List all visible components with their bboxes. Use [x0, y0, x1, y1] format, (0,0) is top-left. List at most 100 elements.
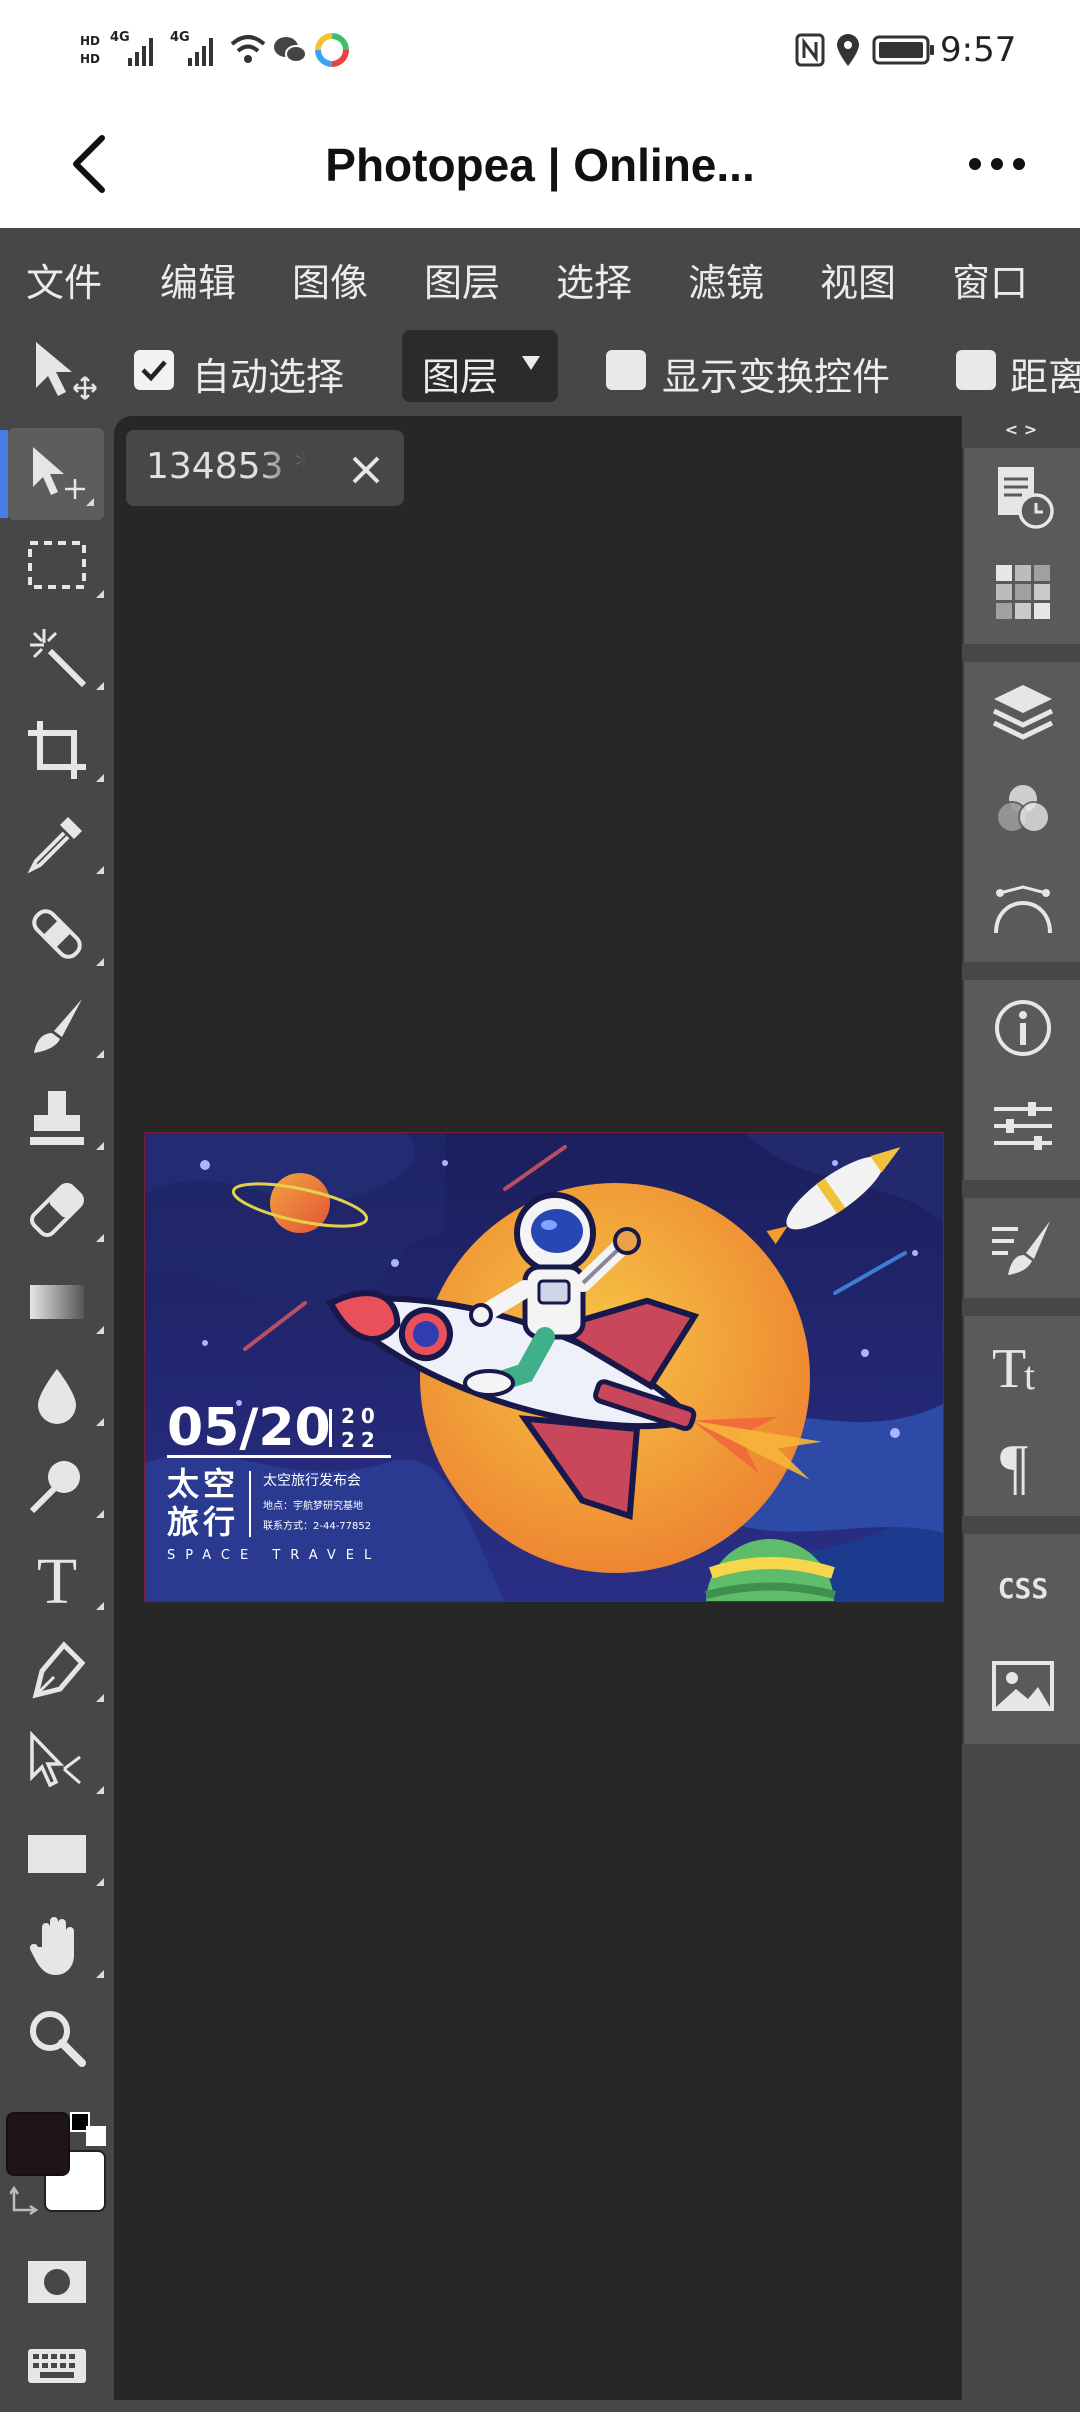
dodge-tool[interactable]: [0, 1440, 114, 1532]
app-notification-icon: [314, 32, 350, 68]
direct-select-icon: [30, 1730, 81, 1788]
gradient-icon: [30, 1285, 84, 1319]
close-tab-icon[interactable]: [350, 454, 382, 486]
dodge-icon: [29, 1461, 80, 1514]
distance-checkbox[interactable]: [956, 350, 996, 390]
menu-select[interactable]: 选择: [556, 252, 632, 307]
keyboard-button[interactable]: [0, 2320, 114, 2412]
marquee-tool[interactable]: [0, 520, 114, 612]
keyboard-icon: [28, 2349, 86, 2383]
panel-group-4: [962, 1198, 1080, 1298]
menu-edit[interactable]: 编辑: [160, 252, 236, 307]
more-options-button[interactable]: [952, 134, 1042, 194]
document-workspace[interactable]: 134853 * 05/20 20 22 太空 旅行 太空旅行发布会 地点：宇航…: [114, 416, 962, 2400]
document-tab[interactable]: 134853 *: [126, 430, 404, 506]
brush-tool[interactable]: [0, 980, 114, 1072]
svg-text:T: T: [992, 1338, 1026, 1400]
quick-mask-button[interactable]: [0, 2236, 114, 2328]
move-tool[interactable]: [8, 428, 104, 520]
paths-icon: [994, 885, 1052, 934]
eyedropper-tool[interactable]: [0, 796, 114, 888]
network-label-2: 4G: [170, 30, 190, 45]
move-tool-icon: [36, 342, 97, 400]
layer-group-dropdown[interactable]: 图层: [402, 330, 558, 402]
crop-tool[interactable]: [0, 704, 114, 796]
auto-select-checkbox[interactable]: [134, 350, 174, 390]
magic-wand-tool[interactable]: [0, 612, 114, 704]
info-panel-button[interactable]: [964, 980, 1080, 1076]
clock: 9:57: [940, 30, 1017, 70]
swatches-panel-button[interactable]: [964, 544, 1080, 640]
type-tool[interactable]: T: [0, 1532, 114, 1624]
css-label: CSS: [997, 1571, 1049, 1605]
tool-corner-marker: [86, 498, 94, 506]
swap-colors-icon[interactable]: [10, 2186, 40, 2216]
blur-tool[interactable]: [0, 1348, 114, 1440]
page-title: Photopea | Online...: [325, 139, 755, 191]
brush-settings-panel-button[interactable]: [964, 1200, 1080, 1296]
panel-group-3: [962, 980, 1080, 1180]
menu-layer[interactable]: 图层: [424, 252, 500, 307]
signal-icon-2: 4G: [168, 30, 224, 70]
canvas-image[interactable]: 05/20 20 22 太空 旅行 太空旅行发布会 地点：宇航梦研究基地 联系方…: [144, 1132, 944, 1602]
path-select-tool[interactable]: [0, 1716, 114, 1808]
hd-indicator: HD HD: [70, 30, 110, 70]
brush-icon: [34, 999, 82, 1053]
css-panel-button[interactable]: CSS: [964, 1540, 1080, 1636]
poster-contact: 联系方式：2-44-77852: [263, 1519, 371, 1532]
hand-tool[interactable]: [0, 1900, 114, 1992]
layers-panel-button[interactable]: [964, 664, 1080, 760]
svg-text:¶: ¶: [1000, 1433, 1028, 1497]
stamp-icon: [30, 1091, 84, 1145]
options-bar: 自动选择 图层 显示变换控件 距离: [0, 320, 1080, 416]
clone-stamp-tool[interactable]: [0, 1072, 114, 1164]
tool-corner-marker: [96, 1418, 104, 1426]
menu-bar: 文件 编辑 图像 图层 选择 滤镜 视图 窗口: [0, 228, 1080, 320]
properties-panel-button[interactable]: [964, 1078, 1080, 1174]
poster-title-1: 太空: [167, 1465, 239, 1503]
crop-icon: [28, 721, 86, 779]
svg-text:t: t: [1024, 1353, 1035, 1398]
menu-view[interactable]: 视图: [820, 252, 896, 307]
poster-address: 地点：宇航梦研究基地: [263, 1499, 363, 1512]
poster-title-2: 旅行: [167, 1503, 239, 1541]
text-icon: T: [37, 1545, 77, 1611]
paragraph-icon: ¶: [1000, 1433, 1028, 1497]
auto-select-label: 自动选择: [192, 355, 345, 399]
menu-filter[interactable]: 滤镜: [688, 252, 764, 307]
move-tool-preset[interactable]: [28, 338, 100, 410]
back-button[interactable]: [50, 122, 130, 206]
tool-corner-marker: [96, 590, 104, 598]
menu-image[interactable]: 图像: [292, 252, 368, 307]
history-panel-button[interactable]: [964, 448, 1080, 544]
sliders-icon: [994, 1102, 1052, 1150]
svg-text:T: T: [37, 1545, 77, 1611]
paragraph-panel-button[interactable]: ¶: [964, 1414, 1080, 1510]
menu-window[interactable]: 窗口: [952, 252, 1028, 307]
panel-toggle[interactable]: < >: [962, 420, 1080, 442]
image-icon: [992, 1661, 1054, 1711]
character-icon: Tt: [992, 1338, 1035, 1400]
image-panel-button[interactable]: [964, 1638, 1080, 1734]
panel-group-2: [962, 662, 1080, 962]
eraser-icon: [30, 1183, 84, 1237]
signal-icon-1: 4G: [110, 30, 160, 70]
magnifier-icon: [30, 2011, 86, 2067]
eraser-tool[interactable]: [0, 1164, 114, 1256]
healing-brush-tool[interactable]: [0, 888, 114, 980]
menu-file[interactable]: 文件: [26, 252, 102, 307]
show-transform-label: 显示变换控件: [662, 355, 891, 399]
wifi-icon: [228, 32, 268, 68]
character-panel-button[interactable]: Tt: [964, 1318, 1080, 1414]
gradient-tool[interactable]: [0, 1256, 114, 1348]
channels-panel-button[interactable]: [964, 762, 1080, 858]
show-transform-checkbox[interactable]: [606, 350, 646, 390]
shape-tool[interactable]: [0, 1808, 114, 1900]
paths-panel-button[interactable]: [964, 860, 1080, 956]
zoom-tool[interactable]: [0, 1992, 114, 2084]
pen-tool[interactable]: [0, 1624, 114, 1716]
location-icon: [834, 32, 862, 68]
tool-corner-marker: [96, 774, 104, 782]
info-icon: [995, 1000, 1051, 1056]
foreground-color-swatch[interactable]: [6, 2112, 70, 2176]
